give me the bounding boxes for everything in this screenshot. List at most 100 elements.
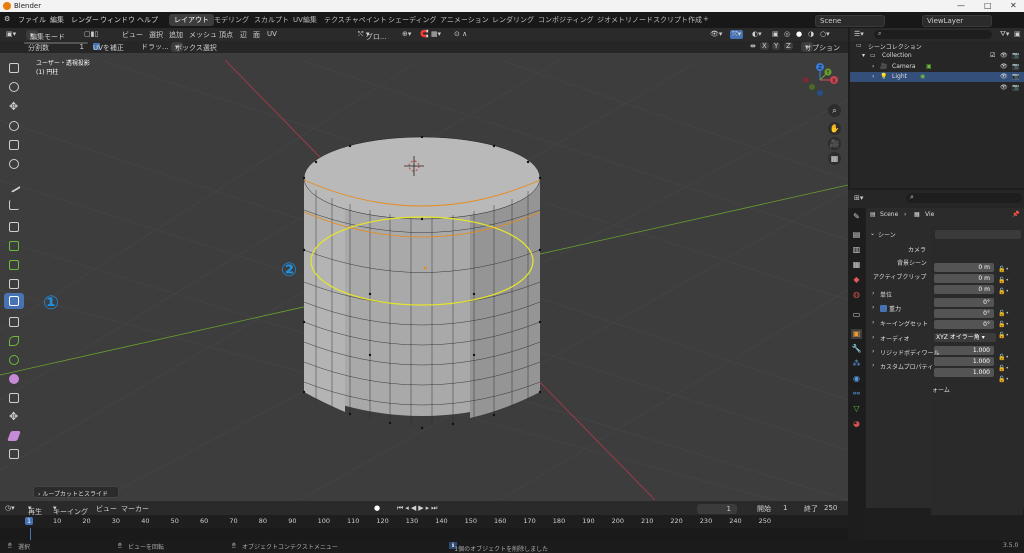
outliner-row-scene-collection[interactable]: ▭ シーンコレクション	[850, 41, 1024, 51]
end-frame-field[interactable]: 250	[824, 504, 837, 512]
shading-solid-icon[interactable]: ●	[796, 30, 802, 38]
timeline-menu-keying[interactable]: キーイング ▾	[53, 504, 88, 516]
output-tab-icon[interactable]: ▥	[851, 245, 862, 255]
menu-help[interactable]: ヘルプ	[137, 15, 158, 25]
workspace-tab-geometry-nodes[interactable]: ジオメトリノード	[597, 15, 653, 25]
workspace-tab-layout[interactable]: レイアウト	[169, 14, 214, 26]
gizmo-toggle-icon[interactable]: ⤧▾	[730, 30, 744, 39]
workspace-tab-rendering[interactable]: レンダリング	[492, 15, 534, 25]
viewport-canvas[interactable]	[0, 41, 848, 501]
last-operator-panel[interactable]: › ループカットとスライド	[33, 486, 119, 498]
object-tab-icon[interactable]: ▣	[851, 329, 862, 339]
timeline-menu-view[interactable]: ビュー	[96, 504, 117, 514]
outliner-search-input[interactable]: ⌕	[874, 30, 992, 39]
options-dropdown[interactable]: オプション ▾	[801, 42, 840, 52]
box-select-dropdown[interactable]: ボックス選択 ▾	[171, 42, 217, 52]
close-icon[interactable]: ✕	[1010, 1, 1017, 10]
orientation-dropdown[interactable]: ⤲ グロ... ▾	[358, 30, 387, 41]
spin-tool[interactable]	[4, 352, 24, 368]
properties-search-input[interactable]: ⌕	[906, 193, 1022, 203]
proportional-edit-icon[interactable]: ⊙ ∧	[454, 30, 467, 38]
gizmo-neg-y-icon[interactable]	[809, 84, 815, 90]
poly-build-tool[interactable]	[4, 333, 24, 349]
add-cube-tool[interactable]	[4, 219, 24, 235]
workspace-tab-modeling[interactable]: モデリング	[214, 15, 249, 25]
timeline-keyframe-area[interactable]	[0, 528, 848, 540]
pan-hand-icon[interactable]: ✋	[828, 122, 841, 135]
outliner-row-cylinder[interactable]: 👁 📷	[850, 83, 1024, 93]
mode-dropdown[interactable]: 編集モード ▾	[26, 30, 65, 41]
knife-tool[interactable]	[4, 314, 24, 330]
view-layer-tab-icon[interactable]: ▦	[851, 260, 862, 270]
menu-edge[interactable]: 辺	[240, 30, 247, 40]
move-tool[interactable]: ✥	[4, 99, 24, 115]
pivot-icon[interactable]: ⊕▾	[402, 30, 411, 38]
xray-icon[interactable]: ▣	[772, 30, 779, 38]
shading-wireframe-icon[interactable]: ◎	[784, 30, 790, 38]
properties-editor-type-icon[interactable]: ⊞▾	[854, 194, 863, 202]
smooth-tool[interactable]	[4, 371, 24, 387]
render-tab-icon[interactable]: ▤	[851, 230, 862, 240]
scale-z-field[interactable]: 1.000	[934, 368, 994, 377]
new-collection-icon[interactable]: ▣	[1014, 30, 1021, 38]
workspace-add-button[interactable]: +	[703, 15, 709, 23]
material-tab-icon[interactable]: ◕	[851, 419, 862, 429]
transform-tool[interactable]	[4, 156, 24, 172]
playback-controls[interactable]: ⏮◂◀▶▸⏭	[397, 504, 439, 513]
modifier-tab-icon[interactable]: 🔧	[851, 344, 862, 354]
select-mode-buttons[interactable]: ▢▮▯	[84, 30, 98, 38]
cursor-tool[interactable]	[4, 79, 24, 95]
current-frame-field[interactable]: 1	[697, 504, 737, 514]
mirror-y[interactable]: Y	[772, 42, 781, 50]
editor-type-icon[interactable]: ▣▾	[6, 30, 16, 38]
rotate-tool[interactable]	[4, 118, 24, 134]
light-render-icon[interactable]: 📷	[1012, 73, 1019, 80]
physics-tab-icon[interactable]: ◉	[851, 374, 862, 384]
minimize-icon[interactable]: —	[957, 1, 965, 10]
outliner-row-light[interactable]: › 💡 Light ◉ 👁 📷	[850, 72, 1024, 82]
workspace-tab-shading[interactable]: シェーディング	[388, 15, 437, 25]
select-box-tool[interactable]	[4, 60, 24, 76]
cuts-field[interactable]: 分割数 1	[24, 42, 88, 52]
expand-arrow-icon[interactable]: ▾	[862, 52, 865, 59]
menu-view[interactable]: ビュー	[122, 30, 143, 40]
tool-tab-icon[interactable]: ✎	[851, 212, 862, 222]
rip-region-tool[interactable]	[4, 446, 24, 462]
camera-view-icon[interactable]: 🎥	[828, 137, 841, 150]
pin-icon[interactable]: 📌	[1012, 211, 1019, 218]
light-eye-icon[interactable]: 👁	[1000, 73, 1008, 80]
3d-viewport[interactable]	[0, 41, 848, 501]
scale-tool[interactable]	[4, 137, 24, 153]
menu-render[interactable]: レンダー	[71, 15, 99, 25]
menu-mesh[interactable]: メッシュ	[189, 30, 217, 40]
workspace-tab-sculpt[interactable]: スカルプト	[254, 15, 289, 25]
annotate-tool[interactable]	[4, 178, 24, 194]
cylinder-mesh[interactable]	[302, 135, 542, 430]
workspace-tab-compositing[interactable]: コンポジティング	[538, 15, 594, 25]
menu-select[interactable]: 選択	[149, 30, 163, 40]
gizmo-neg-x-icon[interactable]	[803, 77, 809, 83]
workspace-tab-animation[interactable]: アニメーション	[440, 15, 489, 25]
visibility-icon[interactable]: 👁▾	[710, 30, 722, 38]
shading-material-icon[interactable]: ◑	[808, 30, 814, 38]
menu-window[interactable]: ウィンドウ	[100, 15, 135, 25]
shading-rendered-icon[interactable]: ○▾	[820, 30, 830, 38]
menu-face[interactable]: 面	[253, 30, 260, 40]
camera-render-icon[interactable]: 📷	[1012, 63, 1019, 70]
timeline-menu-marker[interactable]: マーカー	[121, 504, 149, 514]
timeline-editor-type-icon[interactable]: ◷▾	[5, 504, 15, 512]
snap-icon[interactable]: 🧲 ▦▾	[420, 30, 441, 38]
edge-slide-tool[interactable]	[4, 390, 24, 406]
shrink-fatten-tool[interactable]: ✥	[4, 409, 24, 425]
perspective-toggle-icon[interactable]: ▦	[828, 152, 841, 165]
menu-add[interactable]: 追加	[169, 30, 183, 40]
location-x-field[interactable]: 0 m	[934, 263, 994, 272]
mirror-icon[interactable]: ⇼	[750, 42, 756, 50]
timeline-ruler[interactable]: 1 10 20 30 40 50 60 70 80 90 100 110 120 130 140 150 160…	[0, 515, 848, 528]
mirror-x[interactable]: X	[760, 42, 769, 50]
mirror-z[interactable]: Z	[784, 42, 793, 50]
maximize-icon[interactable]: □	[984, 1, 992, 10]
particles-tab-icon[interactable]: ⁂	[851, 359, 862, 369]
start-frame-field[interactable]: 1	[783, 504, 787, 512]
outliner-filter-icon[interactable]: ⛛▾	[1000, 30, 1009, 39]
